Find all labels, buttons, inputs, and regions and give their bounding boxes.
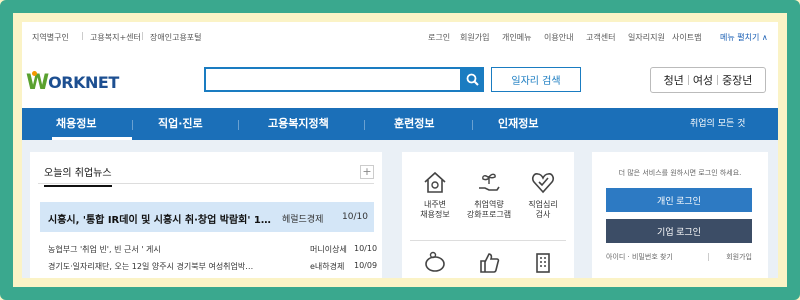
- logo-dot-icon: [32, 71, 37, 76]
- login-message: 더 많은 서비스를 원하시면 로그인 하세요.: [618, 169, 742, 177]
- piggy-bank-icon: [425, 251, 445, 272]
- news-highlight-source: 헤럴드경제: [282, 215, 324, 225]
- service-label: 채용정보: [420, 210, 450, 219]
- news-list-item[interactable]: 경기도·일자리재단, 오는 12일 양주시 경기북부 여성취업박… e내하경제 …: [48, 261, 378, 275]
- nav-job-info[interactable]: 채용정보: [56, 108, 96, 140]
- search-icon: [466, 73, 479, 86]
- login-panel: 더 많은 서비스를 원하시면 로그인 하세요. 개인 로그인 기업 로그인 아이…: [592, 152, 768, 278]
- news-item-date: 10/10: [354, 244, 378, 253]
- find-account-link[interactable]: 아이디 · 비밀번호 찾기: [606, 253, 673, 261]
- signup-link[interactable]: 회원가입: [726, 252, 752, 262]
- audience-selector: 청년 여성 중장년: [650, 67, 766, 93]
- news-item-date: 10/09: [354, 261, 378, 270]
- service-label: 검사: [535, 210, 551, 219]
- news-list-item[interactable]: 농협부그 '취업 빈', 빈 근서 ' 게시 머니이상세 10/10: [48, 244, 378, 258]
- service-psych-test[interactable]: 직업심리 검사: [516, 168, 570, 220]
- utility-bar: 지역별구인 고용복지+센터 장애인고용포털 로그인 회원가입 개인메뉴 이용안내…: [22, 22, 778, 52]
- news-item-title: 경기도·일자리재단, 오는 12일 양주시 경기북부 여성취업박…: [48, 262, 254, 271]
- nav-welfare-policy[interactable]: 고용복지정책: [268, 108, 329, 140]
- service-company[interactable]: [516, 248, 570, 278]
- news-more-button[interactable]: +: [360, 165, 374, 179]
- main-navigation: 채용정보 직업·진로 고용복지정책 훈련정보 인재정보 취업의 모든 것: [22, 108, 778, 140]
- nav-all-services[interactable]: 취업의 모든 것: [690, 108, 745, 140]
- news-highlight-item[interactable]: 시흥시, '통합 IR데이 및 시흥시 취·창업 박람회' 1… 헤럴드경제 1…: [40, 202, 374, 232]
- utility-link-employment-center[interactable]: 고용복지+센터: [90, 32, 141, 43]
- nav-talent[interactable]: 인재정보: [498, 108, 538, 140]
- service-label: 직업심리: [528, 200, 558, 209]
- audience-middle-aged[interactable]: 중장년: [718, 72, 756, 88]
- utility-link-login[interactable]: 로그인: [428, 32, 450, 43]
- thumbs-up-icon: [480, 253, 500, 273]
- news-item-title: 농협부그 '취업 빈', 빈 근서 ' 게시: [48, 245, 161, 254]
- nav-divider: [238, 120, 239, 130]
- service-nearby-jobs[interactable]: 내주변 채용정보: [408, 168, 462, 220]
- service-recommend[interactable]: [462, 248, 516, 278]
- house-icon: [424, 171, 446, 193]
- nav-divider: [472, 120, 473, 130]
- utility-link-job-support[interactable]: 일자리지원: [628, 32, 665, 43]
- utility-link-disability-portal[interactable]: 장애인고용포털: [150, 32, 202, 43]
- worknet-page: 지역별구인 고용복지+센터 장애인고용포털 로그인 회원가입 개인메뉴 이용안내…: [22, 22, 778, 278]
- utility-link-customer-center[interactable]: 고객센터: [586, 32, 615, 43]
- building-icon: [536, 253, 550, 273]
- nav-training[interactable]: 훈련정보: [394, 108, 434, 140]
- news-highlight-title: 시흥시, '통합 IR데이 및 시흥시 취·창업 박람회' 1…: [48, 215, 271, 226]
- logo-letter-w: W: [26, 70, 49, 94]
- heart-check-icon: [531, 173, 555, 194]
- service-employability[interactable]: 취업역량 강화프로그램: [462, 168, 516, 220]
- services-divider: [410, 240, 566, 241]
- nav-divider: [132, 120, 133, 130]
- utility-link-guide[interactable]: 이용안내: [544, 32, 573, 43]
- job-search-button[interactable]: 일자리 검색: [491, 67, 581, 92]
- utility-link-signup[interactable]: 회원가입: [460, 32, 489, 43]
- menu-expand-toggle[interactable]: 메뉴 펼치기 ∧: [720, 32, 768, 43]
- news-panel: 오늘의 취업뉴스 + 시흥시, '통합 IR데이 및 시흥시 취·창업 박람회'…: [30, 152, 382, 278]
- news-item-source: 머니이상세: [310, 245, 347, 254]
- news-highlight-date: 10/10: [342, 212, 368, 222]
- search-button[interactable]: [460, 67, 484, 92]
- audience-women[interactable]: 여성: [689, 72, 717, 88]
- service-label: 취업역량: [474, 200, 504, 209]
- quick-services-panel: 내주변 채용정보 취업역량 강화프로그램 직업심리 검사: [402, 152, 574, 278]
- sprout-hand-icon: [479, 173, 500, 191]
- service-label: 내주변: [423, 200, 447, 209]
- service-label: 강화프로그램: [466, 210, 512, 219]
- worknet-logo[interactable]: W ORKNET: [26, 69, 119, 95]
- login-links-divider: [708, 253, 709, 261]
- news-tab-underline: [38, 183, 374, 184]
- login-links: 아이디 · 비밀번호 찾기 회원가입: [606, 252, 752, 262]
- utility-divider: [142, 32, 143, 40]
- service-savings[interactable]: [408, 248, 462, 278]
- nav-divider: [364, 120, 365, 130]
- audience-youth[interactable]: 청년: [660, 72, 688, 88]
- company-login-button[interactable]: 기업 로그인: [606, 219, 752, 243]
- utility-divider: [82, 32, 83, 40]
- personal-login-button[interactable]: 개인 로그인: [606, 188, 752, 212]
- utility-link-regional[interactable]: 지역별구인: [32, 32, 69, 43]
- utility-link-sitemap[interactable]: 사이트맵: [672, 32, 701, 43]
- search-input[interactable]: [204, 67, 462, 92]
- news-item-source: e내하경제: [310, 262, 345, 271]
- logo-wordmark: ORKNET: [48, 72, 119, 92]
- utility-link-personal-menu[interactable]: 개인메뉴: [502, 32, 531, 43]
- nav-career[interactable]: 직업·진로: [158, 108, 203, 140]
